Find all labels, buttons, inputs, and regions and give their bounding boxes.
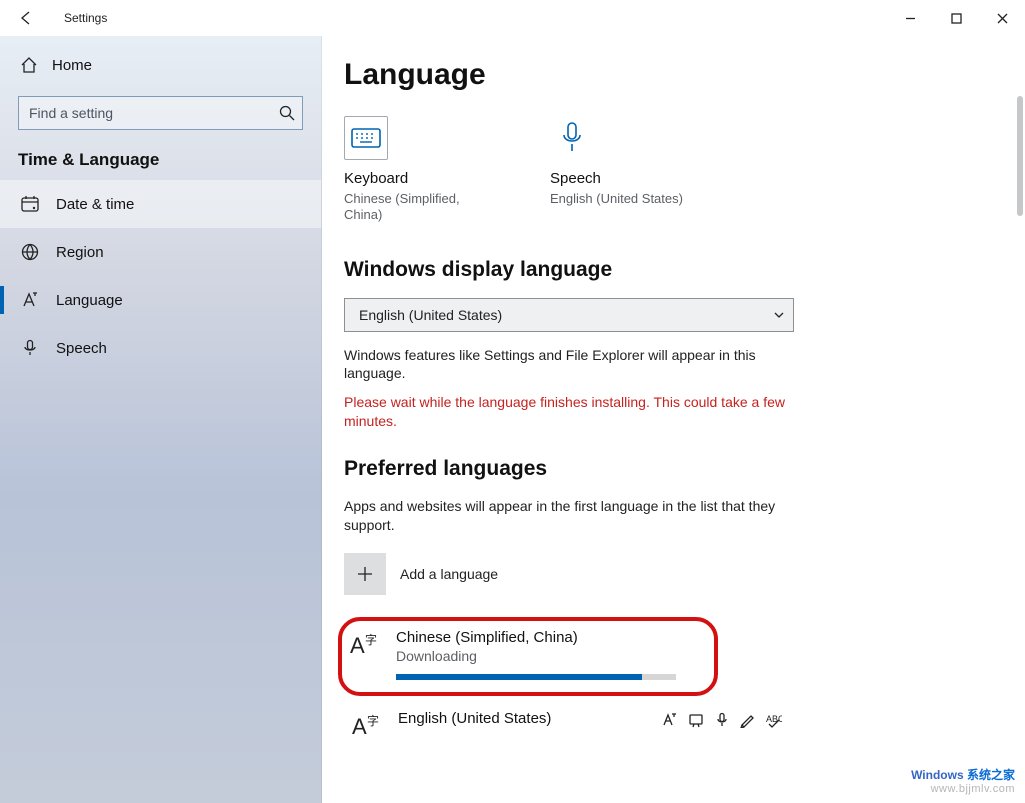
sidebar-home-label: Home — [52, 57, 92, 74]
tile-label: Speech — [550, 170, 700, 187]
language-a-char-icon: A字 — [346, 629, 386, 661]
sidebar-home[interactable]: Home — [0, 42, 321, 88]
tts-icon — [688, 712, 704, 728]
tile-keyboard[interactable]: Keyboard Chinese (Simplified, China) — [344, 116, 494, 224]
back-button[interactable] — [8, 0, 44, 36]
language-a-char-icon: A字 — [348, 710, 388, 742]
maximize-icon — [951, 13, 962, 24]
annotation-highlight: A字 Chinese (Simplified, China) Downloadi… — [338, 617, 718, 696]
speech-icon — [550, 116, 594, 160]
sidebar-item-label: Language — [56, 292, 123, 309]
minimize-button[interactable] — [887, 0, 933, 36]
language-item-chinese[interactable]: A字 Chinese (Simplified, China) Downloadi… — [346, 629, 704, 680]
sidebar-item-language[interactable]: Language — [0, 276, 321, 324]
language-status: Downloading — [396, 648, 704, 664]
language-name: Chinese (Simplified, China) — [396, 629, 704, 646]
svg-text:字: 字 — [365, 632, 377, 647]
sidebar-item-label: Speech — [56, 340, 107, 357]
sidebar-item-speech[interactable]: Speech — [0, 324, 321, 372]
minimize-icon — [905, 13, 916, 24]
speech-rec-icon — [714, 712, 730, 728]
plus-icon — [356, 565, 374, 583]
watermark: Windows 系统之家 www.bjjmlv.com — [911, 766, 1015, 795]
scrollbar[interactable] — [1017, 96, 1023, 216]
tile-speech[interactable]: Speech English (United States) — [550, 116, 700, 224]
sidebar-item-label: Region — [56, 244, 104, 261]
sidebar-search[interactable] — [18, 96, 303, 130]
maximize-button[interactable] — [933, 0, 979, 36]
add-language-label: Add a language — [400, 566, 498, 582]
search-input[interactable] — [18, 96, 303, 130]
dropdown-value: English (United States) — [359, 307, 502, 323]
chevron-down-icon — [773, 309, 785, 321]
keyboard-icon — [344, 116, 388, 160]
sidebar-category: Time & Language — [0, 140, 321, 180]
sidebar-nav: Date & time Region Language — [0, 180, 321, 372]
add-language-button[interactable] — [344, 553, 386, 595]
microphone-icon — [20, 339, 40, 357]
language-name: English (United States) — [398, 710, 652, 727]
titlebar: Settings — [0, 0, 1025, 36]
arrow-left-icon — [18, 10, 34, 26]
tile-sub: Chinese (Simplified, China) — [344, 191, 494, 224]
svg-text:A: A — [350, 633, 365, 658]
spellcheck-icon: ABC — [766, 712, 782, 728]
sidebar-item-label: Date & time — [56, 196, 134, 213]
add-language-row[interactable]: Add a language — [344, 553, 1013, 595]
preferred-languages-heading: Preferred languages — [344, 457, 1013, 481]
language-item-english[interactable]: A字 English (United States) ABC — [344, 700, 792, 756]
close-button[interactable] — [979, 0, 1025, 36]
globe-icon — [20, 243, 40, 261]
content: Language Keyboard Chinese (Simplified, C… — [322, 36, 1025, 803]
svg-text:ABC: ABC — [766, 714, 782, 724]
download-progress — [396, 674, 676, 680]
page-title: Language — [344, 58, 1013, 92]
language-a-icon — [20, 291, 40, 309]
tile-sub: English (United States) — [550, 191, 700, 207]
home-icon — [20, 56, 38, 74]
display-language-heading: Windows display language — [344, 258, 1013, 282]
preferred-languages-desc: Apps and websites will appear in the fir… — [344, 497, 794, 535]
svg-text:字: 字 — [367, 713, 379, 728]
search-icon — [279, 105, 295, 121]
svg-text:A: A — [352, 714, 367, 739]
close-icon — [997, 13, 1008, 24]
display-language-desc: Windows features like Settings and File … — [344, 346, 794, 384]
handwriting-icon — [740, 712, 756, 728]
sidebar-item-region[interactable]: Region — [0, 228, 321, 276]
sidebar: Home Time & Language Date & time — [0, 36, 322, 803]
clock-icon — [20, 195, 40, 213]
display-language-warning: Please wait while the language finishes … — [344, 393, 794, 431]
tile-label: Keyboard — [344, 170, 494, 187]
window-title: Settings — [64, 11, 107, 25]
language-feature-icons: ABC — [662, 710, 782, 728]
display-lang-icon — [662, 712, 678, 728]
display-language-dropdown[interactable]: English (United States) — [344, 298, 794, 332]
sidebar-item-date-time[interactable]: Date & time — [0, 180, 321, 228]
